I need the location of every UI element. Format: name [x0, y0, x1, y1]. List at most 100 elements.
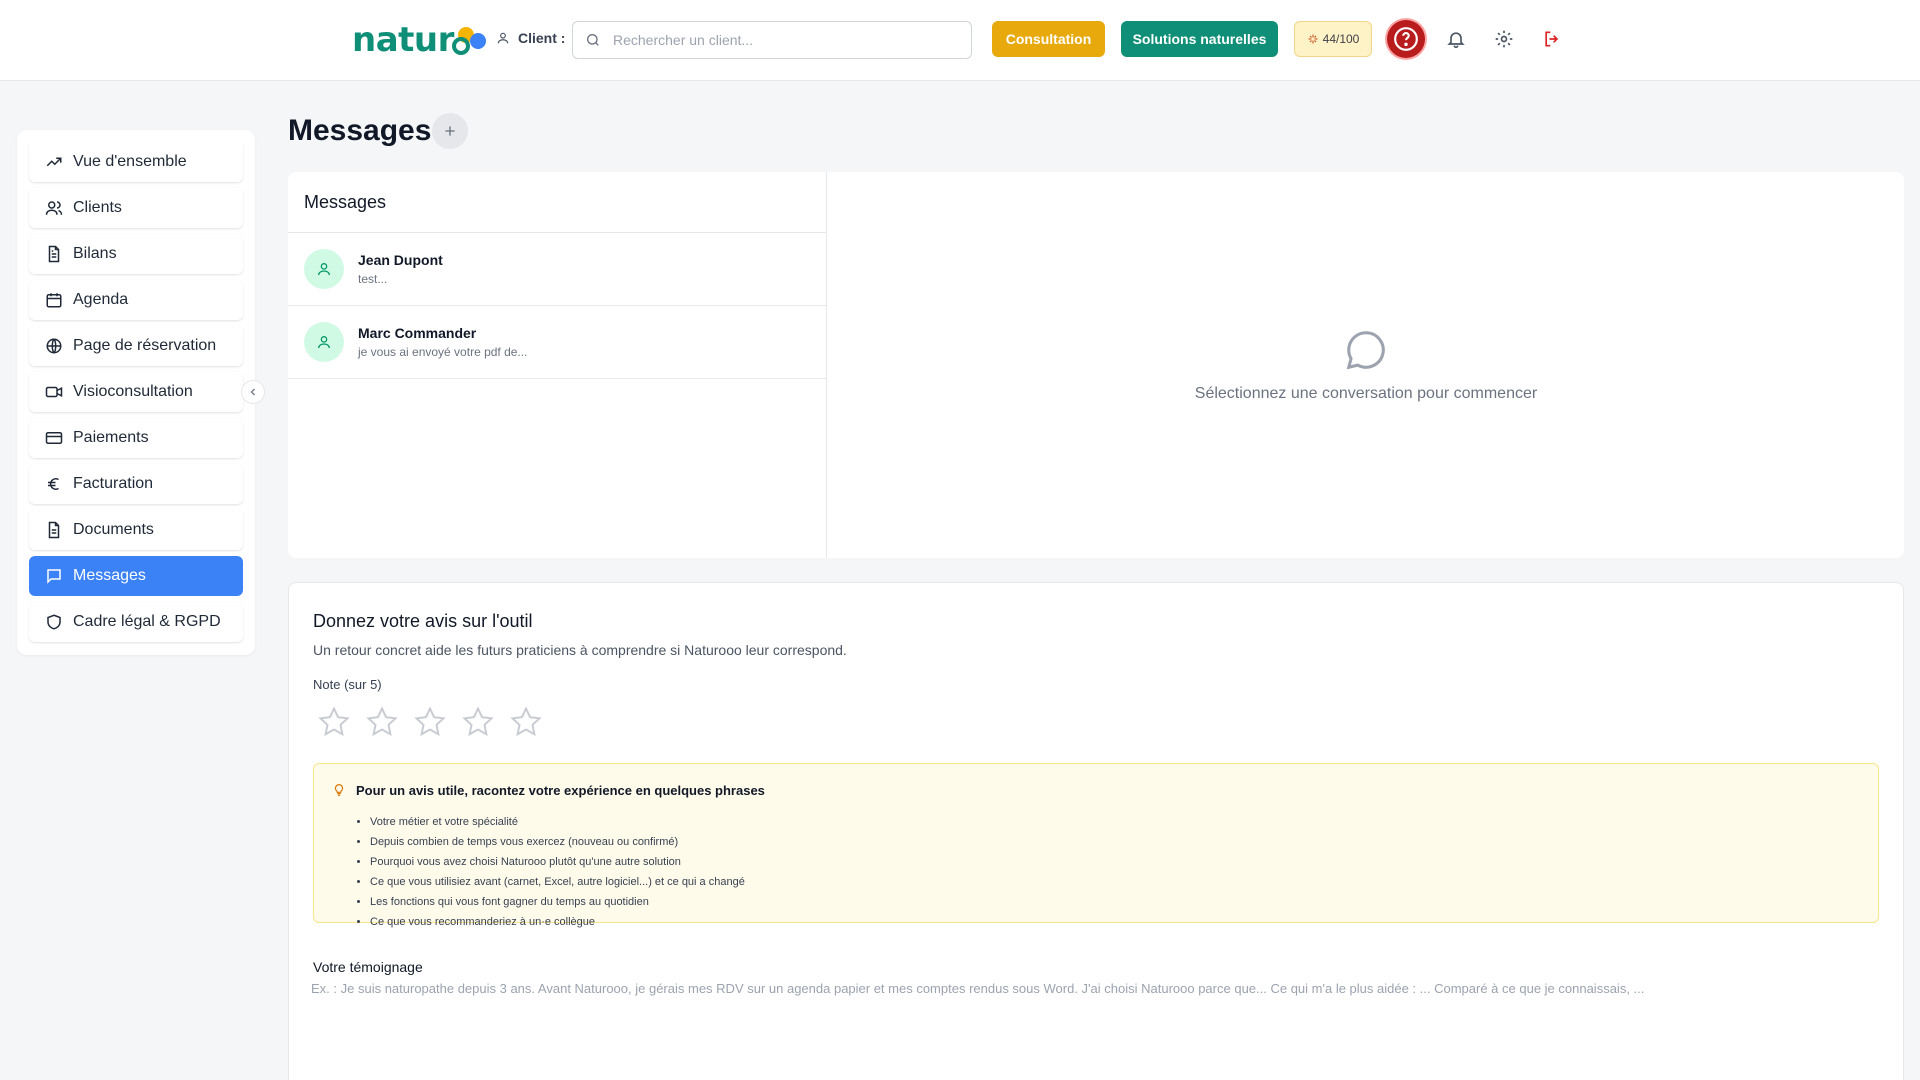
message-icon	[47, 569, 61, 584]
feedback-title: Donnez votre avis sur l'outil	[313, 611, 533, 631]
user-icon	[497, 32, 509, 44]
sidebar-item-label: Agenda	[73, 291, 129, 308]
conversation-empty-state: Sélectionnez une conversation pour comme…	[828, 172, 1904, 558]
star-rating[interactable]	[317, 705, 543, 739]
calendar-icon	[46, 293, 62, 308]
client-search-input[interactable]	[613, 32, 953, 48]
plus-icon	[445, 126, 455, 136]
testimony-label: Votre témoignage	[313, 959, 423, 975]
conversation-list-title: Messages	[288, 172, 826, 233]
sparkle-icon	[1308, 34, 1318, 44]
client-search[interactable]	[572, 21, 972, 59]
top-header: natur Client : Consultation Solutions na…	[0, 0, 1920, 81]
score-badge[interactable]: 44/100	[1294, 21, 1372, 57]
feedback-card: Donnez votre avis sur l'outil Un retour …	[288, 582, 1904, 1080]
sidebar-item-documents[interactable]: Documents	[29, 510, 243, 550]
tips-header: Pour un avis utile, racontez votre expér…	[332, 782, 765, 798]
star-icon[interactable]	[365, 705, 399, 739]
messages-panel: Messages Jean Dupont test... Marc Comman…	[288, 172, 1904, 558]
score-value: 44/100	[1322, 32, 1360, 46]
client-label-text: Client :	[518, 30, 566, 46]
conversation-list: Messages Jean Dupont test... Marc Comman…	[288, 172, 827, 558]
sidebar-item-visioconsultation[interactable]: Visioconsultation	[29, 372, 243, 412]
sidebar-item-label: Bilans	[73, 245, 117, 262]
testimony-textarea[interactable]	[311, 981, 1881, 1071]
search-icon	[587, 34, 599, 46]
bell-icon	[1447, 32, 1465, 49]
notifications-button[interactable]	[1444, 27, 1468, 51]
file-icon	[48, 521, 60, 539]
sidebar-item-label: Cadre légal & RGPD	[73, 613, 221, 630]
sidebar-item-clients[interactable]: Clients	[29, 188, 243, 228]
feedback-subtitle: Un retour concret aide les futurs pratic…	[313, 642, 847, 658]
credit-card-icon	[45, 432, 63, 444]
tip-item: Pourquoi vous avez choisi Naturooo plutô…	[370, 852, 745, 872]
help-circle-icon	[1394, 27, 1418, 51]
consultation-button[interactable]: Consultation	[992, 21, 1105, 57]
sidebar: Vue d'ensemble Clients Bilans Agenda Pag…	[17, 130, 255, 655]
sidebar-item-label: Facturation	[73, 475, 154, 492]
client-label: Client :	[496, 30, 565, 46]
tip-item: Ce que vous utilisiez avant (carnet, Exc…	[370, 872, 745, 892]
sidebar-item-vue-ensemble[interactable]: Vue d'ensemble	[29, 142, 243, 182]
sidebar-item-label: Paiements	[73, 429, 149, 446]
rating-label: Note (sur 5)	[313, 677, 382, 692]
conversation-preview: je vous ai envoyé votre pdf de...	[358, 345, 528, 359]
sidebar-item-label: Documents	[73, 521, 154, 538]
star-icon[interactable]	[509, 705, 543, 739]
sidebar-item-page-reservation[interactable]: Page de réservation	[29, 326, 243, 366]
conversation-name: Jean Dupont	[358, 252, 443, 268]
sidebar-item-bilans[interactable]: Bilans	[29, 234, 243, 274]
settings-button[interactable]	[1492, 27, 1516, 51]
conversation-item[interactable]: Jean Dupont test...	[288, 233, 826, 306]
sidebar-item-paiements[interactable]: Paiements	[29, 418, 243, 458]
chat-bubble-icon	[1346, 331, 1385, 370]
sidebar-item-cadre-legal[interactable]: Cadre légal & RGPD	[29, 602, 243, 642]
star-icon[interactable]	[413, 705, 447, 739]
solutions-naturelles-button[interactable]: Solutions naturelles	[1121, 21, 1278, 57]
user-icon	[318, 263, 330, 276]
sidebar-item-label: Messages	[73, 567, 146, 584]
empty-state-text: Sélectionnez une conversation pour comme…	[1194, 385, 1538, 402]
file-text-icon	[48, 245, 60, 263]
logo[interactable]: natur	[352, 18, 490, 62]
users-icon	[45, 201, 63, 215]
euro-icon	[48, 478, 59, 490]
lightbulb-icon	[334, 784, 344, 796]
tips-title: Pour un avis utile, racontez votre expér…	[356, 782, 765, 798]
chevron-left-icon	[250, 388, 255, 396]
sidebar-item-label: Vue d'ensemble	[73, 153, 187, 170]
sidebar-collapse-button[interactable]	[241, 380, 265, 404]
sidebar-item-label: Visioconsultation	[73, 383, 193, 400]
star-icon[interactable]	[461, 705, 495, 739]
tip-item: Les fonctions qui vous font gagner du te…	[370, 892, 745, 912]
new-message-button[interactable]	[432, 113, 468, 149]
sidebar-item-label: Clients	[73, 199, 122, 216]
logout-icon	[1545, 31, 1559, 47]
user-icon	[318, 336, 330, 349]
logo-text: natur	[352, 20, 454, 60]
conversation-preview: test...	[358, 272, 388, 286]
avatar	[304, 322, 344, 362]
help-button[interactable]	[1387, 20, 1425, 58]
globe-icon	[46, 338, 62, 354]
tips-list: Votre métier et votre spécialité Depuis …	[370, 812, 745, 932]
sidebar-item-messages[interactable]: Messages	[29, 556, 243, 596]
tip-item: Depuis combien de temps vous exercez (no…	[370, 832, 745, 852]
conversation-name: Marc Commander	[358, 325, 477, 341]
conversation-item[interactable]: Marc Commander je vous ai envoyé votre p…	[288, 306, 826, 379]
tip-item: Votre métier et votre spécialité	[370, 812, 745, 832]
gear-icon	[1495, 30, 1513, 48]
video-icon	[45, 386, 63, 398]
logo-dots	[451, 23, 490, 57]
star-icon[interactable]	[317, 705, 351, 739]
logout-button[interactable]	[1540, 27, 1564, 51]
sidebar-item-facturation[interactable]: Facturation	[29, 464, 243, 504]
sidebar-item-agenda[interactable]: Agenda	[29, 280, 243, 320]
shield-icon	[47, 614, 61, 630]
tip-item: Ce que vous recommanderiez à un·e collèg…	[370, 912, 745, 932]
page-title: Messages	[288, 114, 432, 147]
sidebar-item-label: Page de réservation	[73, 337, 217, 354]
trending-up-icon	[46, 157, 62, 167]
tips-box: Pour un avis utile, racontez votre expér…	[313, 763, 1879, 928]
